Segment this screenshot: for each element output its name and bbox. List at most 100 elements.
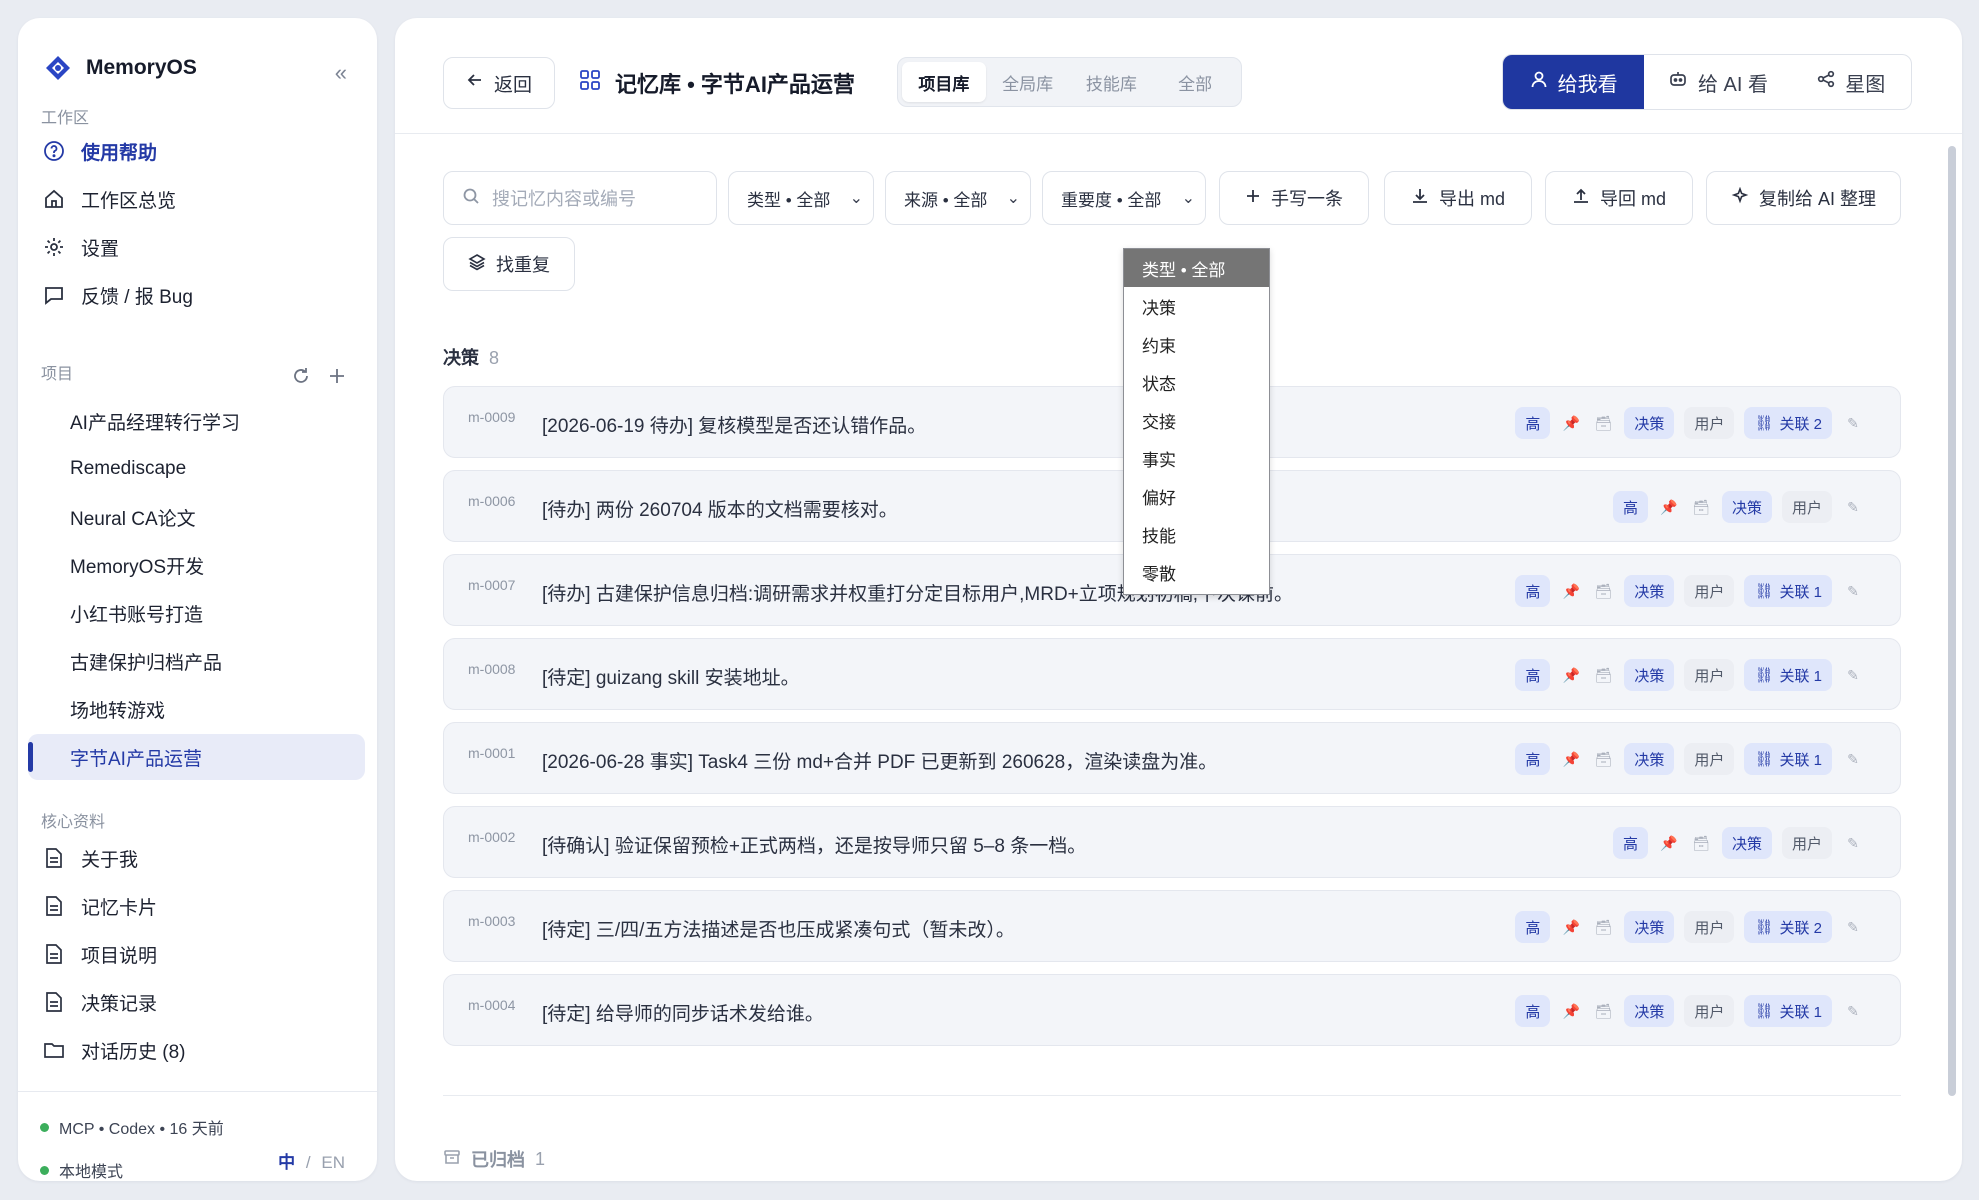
archive-icon[interactable]: 🗃: [1592, 415, 1614, 432]
dropdown-option[interactable]: 交接: [1124, 401, 1269, 439]
dropdown-option[interactable]: 零散: [1124, 553, 1269, 591]
nav-project-notes[interactable]: 项目说明: [28, 931, 365, 977]
archive-icon[interactable]: 🗃: [1592, 1003, 1614, 1020]
type-badge[interactable]: 决策: [1721, 827, 1772, 859]
view-for-ai-button[interactable]: 给 AI 看: [1644, 55, 1791, 109]
memory-row[interactable]: m-0002 [待确认] 验证保留预检+正式两档，还是按导师只留 5–8 条一档…: [443, 806, 1901, 878]
project-item[interactable]: MemoryOS开发: [28, 542, 365, 588]
dropdown-option[interactable]: 约束: [1124, 325, 1269, 363]
type-filter-select[interactable]: 类型 • 全部 ⌄: [728, 171, 874, 225]
project-item[interactable]: 小红书账号打造: [28, 590, 365, 636]
nav-about-me[interactable]: 关于我: [28, 835, 365, 881]
edit-icon[interactable]: ✎: [1842, 835, 1864, 852]
pin-icon[interactable]: 📌: [1560, 415, 1582, 432]
pin-icon[interactable]: 📌: [1658, 499, 1680, 516]
edit-icon[interactable]: ✎: [1842, 583, 1864, 600]
nav-memory-cards[interactable]: 记忆卡片: [28, 883, 365, 929]
brand[interactable]: MemoryOS: [44, 54, 197, 82]
star-map-button[interactable]: 星图: [1792, 55, 1911, 109]
importance-badge[interactable]: 高: [1515, 911, 1551, 943]
nav-help[interactable]: 使用帮助: [28, 128, 365, 174]
type-badge[interactable]: 决策: [1624, 659, 1675, 691]
project-item[interactable]: Neural CA论文: [28, 494, 365, 540]
archive-icon[interactable]: 🗃: [1592, 919, 1614, 936]
pin-icon[interactable]: 📌: [1658, 835, 1680, 852]
pin-icon[interactable]: 📌: [1560, 667, 1582, 684]
export-md-button[interactable]: 导出 md: [1384, 171, 1532, 225]
type-badge[interactable]: 决策: [1624, 911, 1675, 943]
dropdown-option[interactable]: 偏好: [1124, 477, 1269, 515]
nav-settings[interactable]: 设置: [28, 224, 365, 270]
importance-badge[interactable]: 高: [1612, 491, 1648, 523]
memory-row[interactable]: m-0008 [待定] guizang skill 安装地址。 高 📌 🗃 决策…: [443, 638, 1901, 710]
project-item[interactable]: Remediscape: [28, 446, 365, 492]
type-badge[interactable]: 决策: [1624, 575, 1675, 607]
link-badge[interactable]: ⛓ 关联 2: [1744, 911, 1832, 943]
importance-filter-select[interactable]: 重要度 • 全部 ⌄: [1042, 171, 1206, 225]
copy-for-ai-button[interactable]: 复制给 AI 整理: [1706, 171, 1901, 225]
scrollbar[interactable]: [1948, 146, 1956, 1096]
importance-badge[interactable]: 高: [1515, 743, 1551, 775]
refresh-icon[interactable]: [291, 366, 311, 391]
archive-icon[interactable]: 🗃: [1592, 751, 1614, 768]
link-badge[interactable]: ⛓ 关联 1: [1744, 995, 1832, 1027]
importance-badge[interactable]: 高: [1515, 995, 1551, 1027]
lang-zh[interactable]: 中: [278, 1153, 295, 1172]
dropdown-option[interactable]: 状态: [1124, 363, 1269, 401]
memory-row[interactable]: m-0003 [待定] 三/四/五方法描述是否也压成紧凑句式（暂未改）。 高 📌…: [443, 890, 1901, 962]
link-badge[interactable]: ⛓ 关联 1: [1744, 659, 1832, 691]
type-badge[interactable]: 决策: [1624, 743, 1675, 775]
importance-badge[interactable]: 高: [1612, 827, 1648, 859]
project-item[interactable]: 场地转游戏: [28, 686, 365, 732]
importance-badge[interactable]: 高: [1515, 659, 1551, 691]
search-input[interactable]: 搜记忆内容或编号: [443, 171, 717, 225]
tab-all[interactable]: 全部: [1153, 62, 1237, 102]
add-memory-button[interactable]: 手写一条: [1219, 171, 1369, 225]
import-md-button[interactable]: 导回 md: [1545, 171, 1693, 225]
edit-icon[interactable]: ✎: [1842, 1003, 1864, 1020]
link-badge[interactable]: ⛓ 关联 2: [1744, 407, 1832, 439]
dropdown-option[interactable]: 决策: [1124, 287, 1269, 325]
project-item[interactable]: AI产品经理转行学习: [28, 398, 365, 444]
nav-decision-log[interactable]: 决策记录: [28, 979, 365, 1025]
importance-badge[interactable]: 高: [1515, 407, 1551, 439]
nav-workspace-overview[interactable]: 工作区总览: [28, 176, 365, 222]
archive-icon[interactable]: 🗃: [1690, 499, 1712, 516]
pin-icon[interactable]: 📌: [1560, 919, 1582, 936]
pin-icon[interactable]: 📌: [1560, 583, 1582, 600]
collapse-sidebar-icon[interactable]: «: [335, 62, 347, 84]
source-filter-select[interactable]: 来源 • 全部 ⌄: [885, 171, 1031, 225]
archive-icon[interactable]: 🗃: [1690, 835, 1712, 852]
back-button[interactable]: 返回: [443, 57, 555, 109]
nav-feedback[interactable]: 反馈 / 报 Bug: [28, 272, 365, 318]
project-item-active[interactable]: 字节AI产品运营: [28, 734, 365, 780]
tab-global-library[interactable]: 全局库: [986, 62, 1070, 102]
edit-icon[interactable]: ✎: [1842, 667, 1864, 684]
dropdown-option-all[interactable]: 类型 • 全部: [1124, 249, 1269, 287]
type-badge[interactable]: 决策: [1624, 995, 1675, 1027]
pin-icon[interactable]: 📌: [1560, 751, 1582, 768]
edit-icon[interactable]: ✎: [1842, 919, 1864, 936]
importance-badge[interactable]: 高: [1515, 575, 1551, 607]
link-badge[interactable]: ⛓ 关联 1: [1744, 743, 1832, 775]
add-project-icon[interactable]: [327, 366, 347, 391]
tab-project-library[interactable]: 项目库: [902, 62, 986, 102]
tab-skill-library[interactable]: 技能库: [1070, 62, 1154, 102]
dropdown-option[interactable]: 技能: [1124, 515, 1269, 553]
archived-section-header[interactable]: 已归档 1: [443, 1146, 545, 1172]
edit-icon[interactable]: ✎: [1842, 751, 1864, 768]
nav-chat-history[interactable]: 对话历史 (8): [28, 1027, 365, 1073]
edit-icon[interactable]: ✎: [1842, 499, 1864, 516]
type-badge[interactable]: 决策: [1721, 491, 1772, 523]
project-item[interactable]: 古建保护归档产品: [28, 638, 365, 684]
archive-icon[interactable]: 🗃: [1592, 667, 1614, 684]
type-badge[interactable]: 决策: [1624, 407, 1675, 439]
edit-icon[interactable]: ✎: [1842, 415, 1864, 432]
view-for-me-button[interactable]: 给我看: [1503, 55, 1645, 109]
pin-icon[interactable]: 📌: [1560, 1003, 1582, 1020]
memory-row[interactable]: m-0004 [待定] 给导师的同步话术发给谁。 高 📌 🗃 决策 用户 ⛓ 关联…: [443, 974, 1901, 1046]
link-badge[interactable]: ⛓ 关联 1: [1744, 575, 1832, 607]
find-duplicates-button[interactable]: 找重复: [443, 237, 575, 291]
memory-row[interactable]: m-0001 [2026-06-28 事实] Task4 三份 md+合并 PD…: [443, 722, 1901, 794]
dropdown-option[interactable]: 事实: [1124, 439, 1269, 477]
